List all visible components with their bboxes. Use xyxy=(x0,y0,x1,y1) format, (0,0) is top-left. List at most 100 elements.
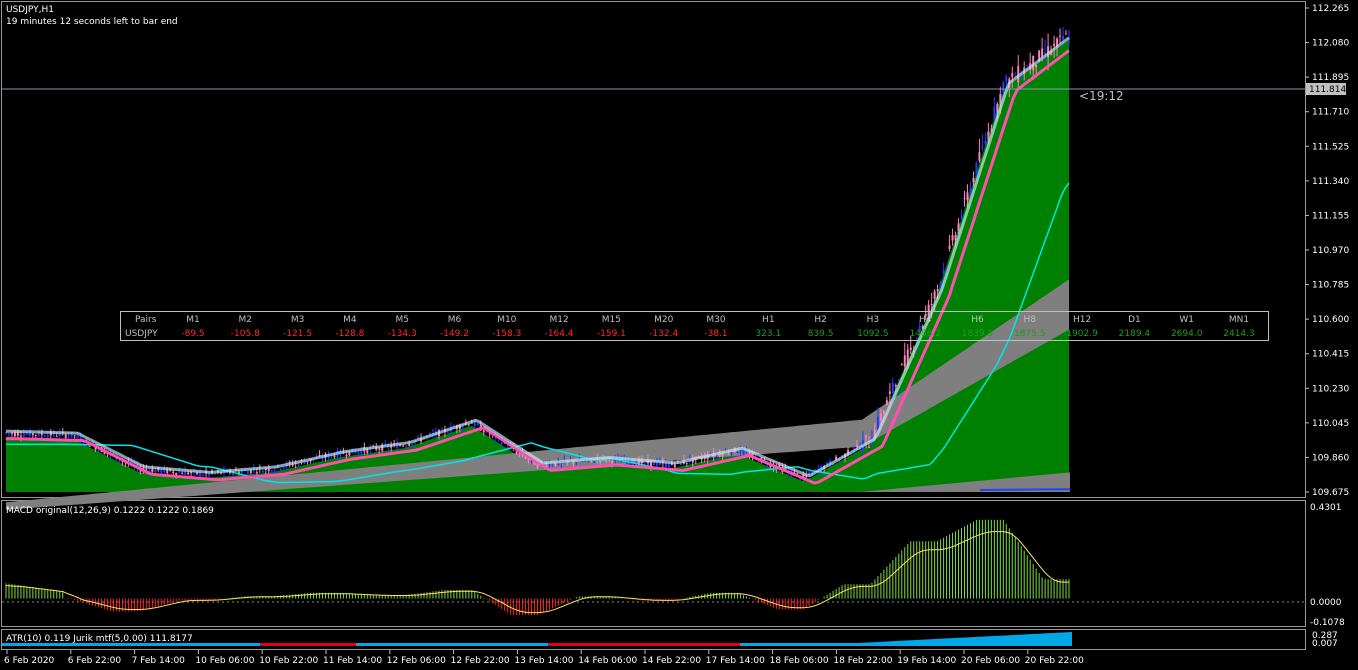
candle-body xyxy=(402,445,405,447)
candle-body xyxy=(187,472,190,475)
macd-panel[interactable]: MACD original(12,26,9) 0.1222 0.1222 0.1… xyxy=(2,503,1345,628)
candle-body xyxy=(1041,48,1044,57)
table-value-m20: -132.4 xyxy=(649,329,678,339)
candle-body xyxy=(963,197,966,199)
price-tick-label: 112.080 xyxy=(1312,39,1349,49)
candle-body xyxy=(31,433,34,435)
candle-body xyxy=(894,384,897,387)
candle-body xyxy=(709,456,712,459)
macd-tick-zero: 0.0000 xyxy=(1310,598,1342,608)
candle-body xyxy=(867,446,870,448)
candle-body xyxy=(856,445,859,447)
table-value-h4: 1486.2 xyxy=(909,329,941,339)
table-value-h1: 323.1 xyxy=(755,329,781,339)
time-tick-label: 12 Feb 22:00 xyxy=(451,656,510,666)
table-col-h1: H1 xyxy=(762,315,775,325)
candle-body xyxy=(46,434,49,438)
table-col-h8: H8 xyxy=(1024,315,1037,325)
table-col-w1: W1 xyxy=(1179,315,1194,325)
table-col-m1: M1 xyxy=(186,315,200,325)
candle-body xyxy=(993,106,996,121)
candle-body xyxy=(279,469,282,471)
table-value-h6: 1839.5 xyxy=(962,329,994,339)
table-row-label: USDJPY xyxy=(125,329,158,339)
table-col-h2: H2 xyxy=(814,315,827,325)
table-col-m5: M5 xyxy=(395,315,409,325)
candle-body xyxy=(43,436,46,438)
time-tick-label: 11 Feb 14:00 xyxy=(323,656,382,666)
candle-body xyxy=(73,435,76,437)
candle-body xyxy=(440,428,443,430)
candle-body xyxy=(273,469,276,471)
table-value-m30: -38.1 xyxy=(704,329,727,339)
table-col-m6: M6 xyxy=(448,315,462,325)
macd-tick-bottom: -0.1078 xyxy=(1310,618,1345,628)
atr-panel[interactable]: ATR(10) 0.119 Jurik mtf(5,0.00) 111.8177… xyxy=(2,631,1338,649)
candle-body xyxy=(172,471,175,474)
candle-body xyxy=(405,446,408,448)
table-col-h6: H6 xyxy=(971,315,984,325)
candle-body xyxy=(1059,35,1062,37)
table-col-m3: M3 xyxy=(291,315,305,325)
table-col-m12: M12 xyxy=(549,315,568,325)
candle-body xyxy=(55,436,58,438)
price-panel[interactable]: <19:12 USDJPY,H1 19 minutes 12 seconds l… xyxy=(2,5,1305,510)
table-value-mn1: 2414.3 xyxy=(1223,329,1255,339)
svg-text:111.814: 111.814 xyxy=(1309,85,1346,95)
candle-body xyxy=(1005,76,1008,82)
candle-body xyxy=(736,452,739,454)
macd-label: MACD original(12,26,9) 0.1222 0.1222 0.1… xyxy=(6,506,214,516)
time-tick-label: 17 Feb 14:00 xyxy=(706,656,765,666)
atr-segment xyxy=(548,643,740,646)
currency-strength-table: Pairs USDJPY M1 -89.5 M2 -105.8 M3 -121.5 M4 -1… xyxy=(120,311,1269,341)
candle-body xyxy=(593,461,596,463)
candle-body xyxy=(903,355,906,367)
candle-body xyxy=(345,454,348,456)
candle-body xyxy=(951,234,954,241)
candle-body xyxy=(506,446,509,448)
candle-body xyxy=(417,436,420,438)
candle-body xyxy=(572,461,575,464)
table-value-h2: 839.5 xyxy=(808,329,834,339)
candle-body xyxy=(10,432,13,434)
price-tick-label: 110.230 xyxy=(1312,384,1349,394)
time-axis[interactable]: 6 Feb 2020 6 Feb 22:00 7 Feb 14:00 10 Feb 0… xyxy=(4,650,1084,666)
candle-body xyxy=(966,192,969,201)
candle-body xyxy=(978,152,981,161)
candle-body xyxy=(969,188,972,195)
price-tick-label: 111.895 xyxy=(1312,73,1349,83)
candle-body xyxy=(64,434,67,438)
table-value-m2: -105.8 xyxy=(231,329,260,339)
candle-body xyxy=(40,433,43,435)
table-col-m10: M10 xyxy=(497,315,516,325)
candle-body xyxy=(5,432,7,434)
candle-body xyxy=(178,471,181,473)
candle-body xyxy=(885,400,888,405)
price-tick-label: 109.860 xyxy=(1312,453,1349,463)
candle-body xyxy=(984,141,987,144)
bar-countdown: 19 minutes 12 seconds left to bar end xyxy=(6,17,178,27)
atr-segment xyxy=(356,643,548,646)
table-col-h4: H4 xyxy=(919,315,932,325)
blue-trend-line xyxy=(979,488,1071,491)
candle-body xyxy=(88,445,91,447)
indicator-bands xyxy=(6,39,1071,510)
price-tick-label: 110.415 xyxy=(1312,350,1349,360)
candle-body xyxy=(957,223,960,231)
price-axis[interactable]: 112.265 112.080 111.895 111.710 111.525 111.3… xyxy=(1305,4,1349,498)
table-value-m15: -159.1 xyxy=(597,329,626,339)
candle-body xyxy=(246,470,249,474)
trend-fill-area xyxy=(6,39,1070,492)
atr-label: ATR(10) 0.119 Jurik mtf(5,0.00) 111.8177 xyxy=(6,634,193,644)
candle-body xyxy=(960,217,963,219)
atr-segment xyxy=(260,643,356,646)
candle-body xyxy=(879,413,882,421)
candle-body xyxy=(76,435,79,438)
candle-body xyxy=(202,475,205,477)
candle-body xyxy=(990,128,993,130)
candle-body xyxy=(891,382,894,393)
chart-window[interactable]: <19:12 USDJPY,H1 19 minutes 12 seconds l… xyxy=(0,0,1358,670)
table-col-d1: D1 xyxy=(1128,315,1141,325)
price-tick-label: 112.265 xyxy=(1312,4,1349,14)
time-tick-label: 6 Feb 2020 xyxy=(4,656,55,666)
